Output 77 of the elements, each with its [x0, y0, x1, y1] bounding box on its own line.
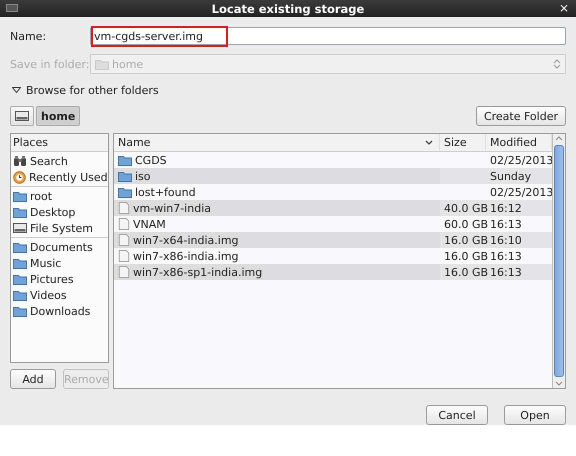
file-size: 16.0 GB [444, 250, 488, 262]
drive-icon [15, 110, 29, 122]
file-name: win7-x86-sp1-india.img [133, 266, 262, 278]
create-folder-button[interactable]: Create Folder [476, 106, 566, 126]
binoculars-icon [13, 155, 27, 167]
file-name: vm-win7-india [133, 202, 211, 214]
folder-icon [13, 257, 27, 269]
place-item[interactable]: Videos [11, 287, 108, 303]
file-name: win7-x64-india.img [133, 234, 239, 246]
folder-icon [13, 206, 27, 218]
clock-icon [13, 170, 26, 184]
place-item[interactable]: Recently Used [11, 169, 108, 185]
folder-icon [118, 154, 132, 166]
name-label: Name: [10, 30, 48, 42]
file-size: 16.0 GB [444, 234, 488, 246]
browse-expander[interactable]: Browse for other folders [12, 81, 159, 99]
window-icon [6, 4, 18, 12]
folder-icon [13, 241, 27, 253]
column-header[interactable]: Places [11, 134, 108, 152]
file-modified: 16:13 [490, 266, 522, 278]
file-row[interactable]: vm-win7-india 40.0 GB 16:12 [114, 200, 552, 216]
file-row[interactable]: iso Sunday [114, 168, 552, 184]
file-icon [118, 249, 130, 263]
place-item[interactable]: Desktop [11, 204, 108, 220]
file-row[interactable]: win7-x86-india.img 16.0 GB 16:13 [114, 248, 552, 264]
file-row[interactable]: win7-x64-india.img 16.0 GB 16:10 [114, 232, 552, 248]
folder-icon [13, 273, 27, 285]
add-button[interactable]: Add [10, 369, 56, 389]
file-modified: 16:13 [490, 250, 522, 262]
file-icon [118, 217, 130, 231]
folder-icon [118, 170, 132, 182]
file-size: 60.0 GB [444, 218, 488, 230]
folder-icon [13, 289, 27, 301]
drive-icon [13, 222, 27, 234]
cancel-button[interactable]: Cancel [426, 405, 488, 425]
place-item[interactable]: Search [11, 153, 108, 169]
file-modified: 02/25/2013 [490, 186, 554, 198]
folder-icon [13, 305, 27, 317]
place-item[interactable]: Documents [11, 239, 108, 255]
folder-icon [118, 186, 132, 198]
file-modified: 16:10 [490, 234, 522, 246]
file-name: VNAM [133, 218, 166, 230]
scrollbar[interactable] [552, 134, 565, 388]
file-icon [118, 233, 130, 247]
file-row[interactable]: CGDS 02/25/2013 [114, 152, 552, 168]
file-modified: Sunday [490, 170, 532, 182]
folder-icon [95, 58, 109, 70]
file-size: 16.0 GB [444, 266, 488, 278]
place-item[interactable]: Downloads [11, 303, 108, 319]
file-modified: 16:13 [490, 218, 522, 230]
file-size: 40.0 GB [444, 202, 488, 214]
up-down-arrows-icon [553, 58, 561, 70]
folder-icon [13, 190, 27, 202]
window-title: Locate existing storage [212, 2, 364, 16]
file-name: win7-x86-india.img [133, 250, 239, 262]
file-row[interactable]: lost+found 02/25/2013 [114, 184, 552, 200]
save-in-folder-label: Save in folder: [10, 58, 90, 70]
file-modified: 16:12 [490, 202, 522, 214]
place-item[interactable]: Pictures [11, 271, 108, 287]
open-button[interactable]: Open [504, 405, 566, 425]
file-icon [118, 265, 130, 279]
file-name: iso [135, 170, 151, 182]
file-name: CGDS [135, 154, 167, 166]
place-item[interactable]: root [11, 188, 108, 204]
column-header[interactable]: Size [440, 134, 486, 151]
file-name: lost+found [135, 186, 196, 198]
file-row[interactable]: win7-x86-sp1-india.img 16.0 GB 16:13 [114, 264, 552, 280]
place-item[interactable]: Music [11, 255, 108, 271]
path-button[interactable]: home [36, 106, 80, 126]
close-button[interactable]: × [556, 1, 571, 15]
file-icon [118, 201, 130, 215]
file-row[interactable]: VNAM 60.0 GB 16:13 [114, 216, 552, 232]
file-modified: 02/25/2013 [490, 154, 554, 166]
name-field[interactable]: vm-cgds-server.img [90, 27, 566, 45]
place-item[interactable]: File System [11, 220, 108, 236]
column-header[interactable]: Name [114, 134, 440, 151]
path-button[interactable] [10, 106, 34, 126]
